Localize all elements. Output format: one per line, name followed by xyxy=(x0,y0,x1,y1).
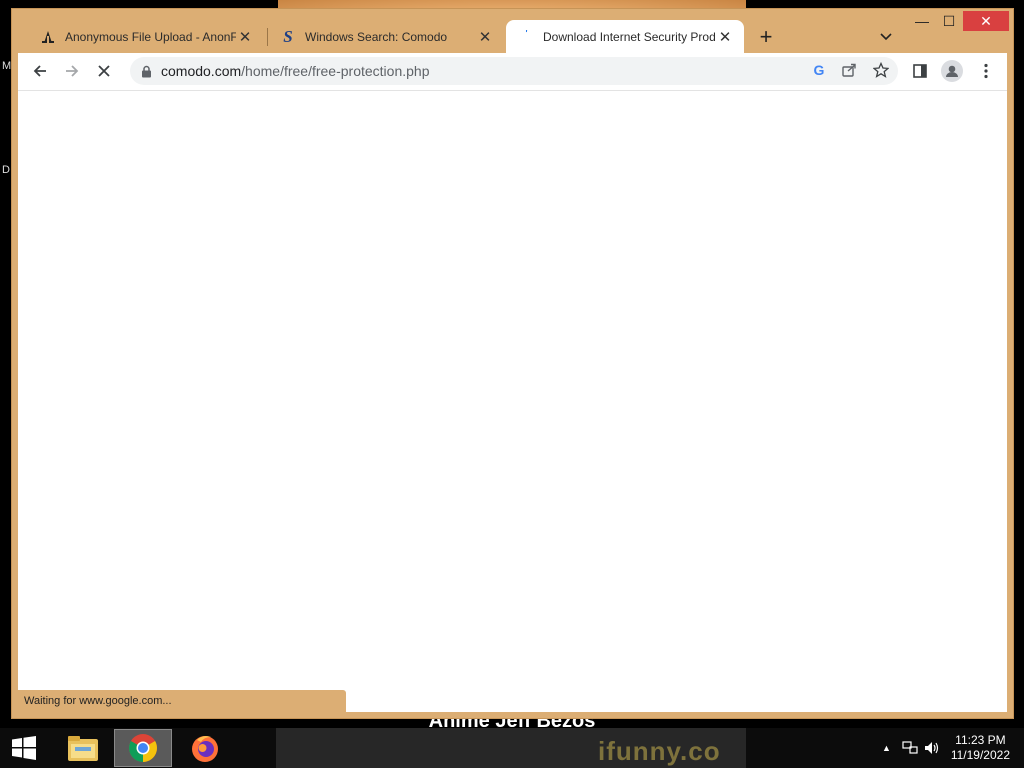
tab-anonfiles[interactable]: Anonymous File Upload - AnonFiles ✕ xyxy=(28,20,264,53)
tab-title: Windows Search: Comodo xyxy=(305,29,448,44)
desktop-icon-label-m: M xyxy=(2,60,12,72)
forward-button[interactable] xyxy=(58,57,86,85)
window-close-button[interactable]: ✕ xyxy=(963,11,1009,31)
anonfiles-icon xyxy=(40,29,56,45)
chevron-down-icon xyxy=(880,33,892,41)
url-text[interactable]: comodo.com/home/free/free-protection.php xyxy=(161,63,430,79)
desktop: M D Anime Jeff Bezos Anonymous File Uplo… xyxy=(0,0,1024,728)
network-icon[interactable] xyxy=(902,741,918,760)
tab-close-icon[interactable]: ✕ xyxy=(236,28,254,46)
stop-loading-icon xyxy=(98,65,110,77)
stop-loading-button[interactable] xyxy=(90,57,118,85)
windows-logo-icon xyxy=(12,736,36,760)
firefox-logo-icon xyxy=(192,736,218,762)
status-bubble: Waiting for www.google.com... xyxy=(18,690,346,712)
new-tab-button[interactable]: + xyxy=(754,26,778,50)
taskbar-clock[interactable]: 11:23 PM 11/19/2022 xyxy=(951,733,1010,763)
share-icon[interactable] xyxy=(841,62,859,80)
system-tray: ▲ 11:23 PM 11/19/2022 xyxy=(864,728,1024,768)
more-vertical-icon xyxy=(984,63,988,79)
chrome-logo-icon xyxy=(129,734,157,762)
lock-icon xyxy=(142,65,151,78)
tab-title: Download Internet Security Products xyxy=(543,29,716,44)
maximize-button[interactable]: ☐ xyxy=(936,11,962,31)
volume-icon[interactable] xyxy=(924,741,940,760)
tab-windows-search[interactable]: S Windows Search: Comodo ✕ xyxy=(268,20,504,53)
address-bar[interactable]: comodo.com/home/free/free-protection.php… xyxy=(130,57,898,85)
taskbar: ifunny.co ▲ 11:23 PM 11/19/2022 xyxy=(0,728,1024,768)
bookmark-star-icon[interactable] xyxy=(872,61,891,80)
side-panel-icon xyxy=(913,64,927,78)
url-path: /home/free/free-protection.php xyxy=(241,63,430,79)
back-arrow-icon xyxy=(33,65,46,77)
page-viewport[interactable] xyxy=(18,90,1007,712)
firefox-taskbar-button[interactable] xyxy=(180,729,230,767)
loading-spinner-icon xyxy=(518,29,534,45)
clock-time: 11:23 PM xyxy=(955,733,1006,747)
chrome-window: Anonymous File Upload - AnonFiles ✕ S Wi… xyxy=(11,8,1014,719)
watermark-text: ifunny.co xyxy=(598,736,721,766)
tab-title: Anonymous File Upload - AnonFiles xyxy=(65,29,236,44)
chrome-taskbar-button[interactable] xyxy=(114,729,172,767)
forward-arrow-icon xyxy=(66,65,79,77)
folder-icon xyxy=(68,736,98,761)
tab-comodo-download[interactable]: Download Internet Security Products ✕ xyxy=(506,20,744,53)
tab-close-icon[interactable]: ✕ xyxy=(716,28,734,46)
search-s-icon: S xyxy=(283,26,293,46)
toolbar: comodo.com/home/free/free-protection.php… xyxy=(18,53,1007,90)
url-host: comodo.com xyxy=(161,63,242,79)
profile-button[interactable] xyxy=(938,57,966,85)
profile-avatar-icon xyxy=(941,60,963,82)
desktop-icon-label-d: D xyxy=(2,164,10,176)
file-explorer-button[interactable] xyxy=(58,729,108,767)
tab-close-icon[interactable]: ✕ xyxy=(476,28,494,46)
show-hidden-icons-icon[interactable]: ▲ xyxy=(882,743,891,753)
minimize-button[interactable]: — xyxy=(908,11,936,31)
tab-strip: Anonymous File Upload - AnonFiles ✕ S Wi… xyxy=(12,9,1013,53)
menu-button[interactable] xyxy=(972,57,1000,85)
tab-search-button[interactable] xyxy=(876,27,896,47)
start-button[interactable] xyxy=(0,729,48,767)
clock-date: 11/19/2022 xyxy=(950,748,1010,762)
google-lens-icon[interactable]: G xyxy=(810,62,828,80)
side-panel-button[interactable] xyxy=(906,57,934,85)
back-button[interactable] xyxy=(26,57,54,85)
